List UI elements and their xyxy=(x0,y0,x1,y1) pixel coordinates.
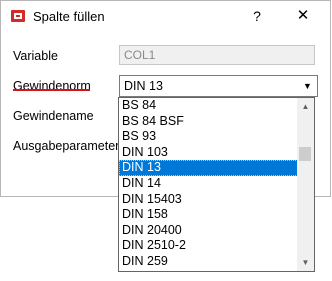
chevron-down-icon[interactable]: ▼ xyxy=(299,77,316,95)
app-icon xyxy=(11,10,25,22)
dropdown-item[interactable]: DIN 158 xyxy=(119,207,298,223)
help-button[interactable]: ? xyxy=(248,8,266,26)
required-underline xyxy=(13,89,90,91)
dropdown-item[interactable]: DIN 13 xyxy=(119,160,298,176)
gewindenorm-combobox[interactable]: DIN 13 ▼ xyxy=(119,75,318,97)
title-bar: Spalte füllen ? ✕ xyxy=(1,1,330,33)
dropdown-items: BS 84 BS 84 BSF BS 93 DIN 103 DIN 13 DIN 14 DI… xyxy=(119,98,298,270)
dropdown-item[interactable]: BS 84 BSF xyxy=(119,114,298,130)
dropdown-item[interactable]: DIN 2510-2 xyxy=(119,238,298,254)
dropdown-item[interactable]: DIN 20400 xyxy=(119,223,298,239)
scroll-up-arrow-icon[interactable]: ▲ xyxy=(297,98,314,115)
variable-value: COL1 xyxy=(124,48,156,62)
scroll-down-arrow-icon[interactable]: ▼ xyxy=(297,254,314,271)
dropdown-item[interactable]: BS 84 xyxy=(119,98,298,114)
scrollbar[interactable]: ▲ ▼ xyxy=(297,98,314,271)
variable-field: COL1 xyxy=(119,45,315,65)
scrollbar-thumb[interactable] xyxy=(299,147,311,161)
dropdown-item[interactable]: DIN 15403 xyxy=(119,192,298,208)
ausgabeparameter-label: Ausgabeparameter xyxy=(13,139,120,153)
window-title: Spalte füllen xyxy=(33,9,105,24)
gewindenorm-dropdown-list[interactable]: BS 84 BS 84 BSF BS 93 DIN 103 DIN 13 DIN 14 DI… xyxy=(118,97,315,272)
dropdown-item[interactable]: BS 93 xyxy=(119,129,298,145)
dropdown-item[interactable]: DIN 259 xyxy=(119,254,298,270)
gewindename-label: Gewindename xyxy=(13,109,94,123)
variable-label: Variable xyxy=(13,49,58,63)
dropdown-item[interactable]: DIN 14 xyxy=(119,176,298,192)
dropdown-item[interactable]: DIN 103 xyxy=(119,145,298,161)
close-button[interactable]: ✕ xyxy=(292,6,314,28)
gewindenorm-value: DIN 13 xyxy=(124,79,163,93)
